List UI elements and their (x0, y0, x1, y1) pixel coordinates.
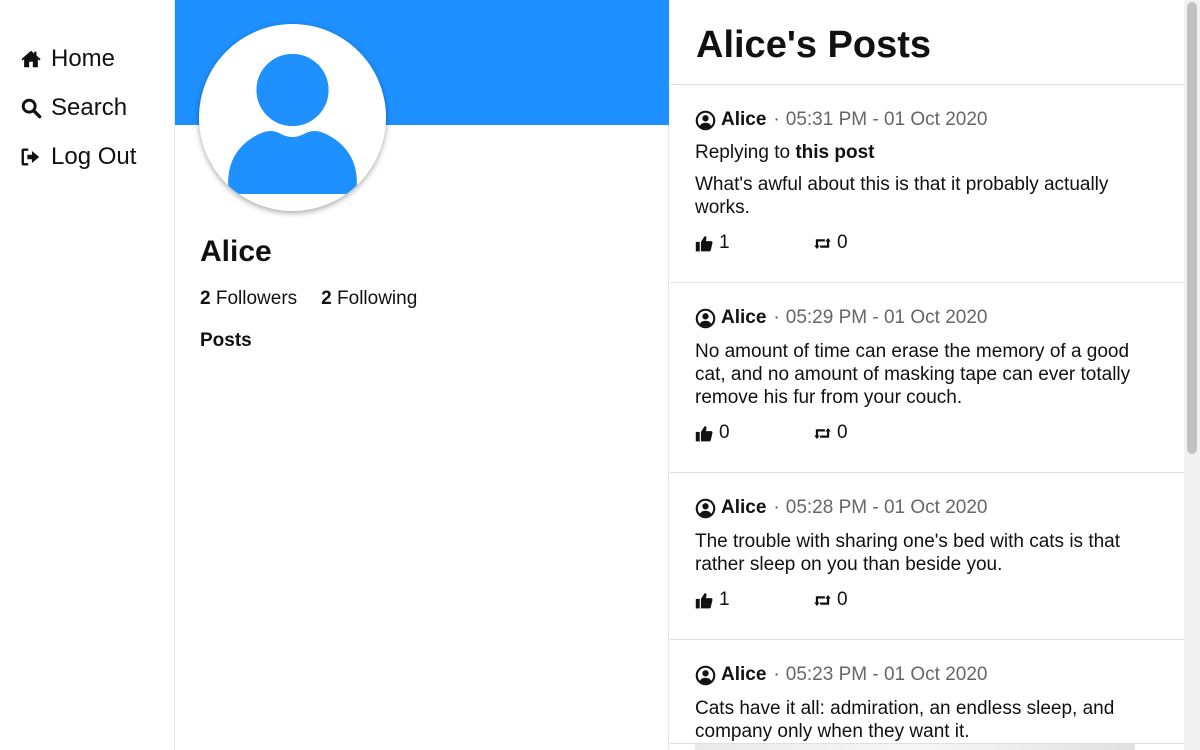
home-icon (20, 48, 42, 70)
following-link[interactable]: 2 Following (321, 288, 417, 310)
like-count: 1 (719, 232, 730, 253)
repost-button[interactable]: 0 (813, 422, 848, 444)
scrollbar-thumb[interactable] (1187, 2, 1197, 454)
post-image (695, 744, 1135, 750)
post-actions: 0 0 (695, 421, 1164, 472)
scrollbar[interactable] (1184, 0, 1200, 750)
user-circle-icon (695, 665, 716, 685)
post-item: Alice · 05:31 PM - 01 Oct 2020 Replying … (670, 85, 1184, 283)
reply-target-link[interactable]: this post (795, 142, 874, 163)
post-item: Alice · 05:29 PM - 01 Oct 2020 No amount… (670, 283, 1184, 473)
nav-label: Search (51, 93, 128, 121)
thumbs-up-icon (695, 425, 713, 441)
followers-label: Followers (215, 288, 298, 309)
repost-count: 0 (837, 422, 848, 443)
repost-count: 0 (837, 589, 848, 610)
post-item: Alice · 05:28 PM - 01 Oct 2020 The troub… (670, 473, 1184, 640)
profile-panel: Alice 2 Followers 2 Following Posts (175, 0, 669, 750)
repost-button[interactable]: 0 (813, 589, 848, 611)
post-header: Alice · 05:28 PM - 01 Oct 2020 (695, 495, 1164, 521)
avatar (199, 24, 386, 211)
feed-title: Alice's Posts (670, 0, 1184, 85)
like-button[interactable]: 1 (695, 232, 813, 254)
sidebar: Home Search Log Out (0, 0, 175, 750)
nav-item-search[interactable]: Search (0, 83, 174, 132)
nav-label: Home (51, 44, 116, 72)
nav-item-logout[interactable]: Log Out (0, 132, 174, 181)
user-circle-icon (695, 308, 716, 328)
retweet-icon (814, 594, 831, 606)
followers-link[interactable]: 2 Followers (200, 288, 297, 310)
posts-feed: Alice's Posts Alice · 05:31 PM - 01 Oct … (670, 0, 1184, 750)
following-label: Following (337, 288, 418, 309)
post-time: 05:28 PM - 01 Oct 2020 (785, 497, 988, 518)
like-count: 1 (719, 589, 730, 610)
followers-count: 2 (200, 288, 211, 309)
separator: · (773, 307, 780, 328)
like-count: 0 (719, 422, 730, 443)
post-item: Alice · 05:23 PM - 01 Oct 2020 Cats have… (670, 640, 1184, 744)
profile-name: Alice (200, 235, 272, 268)
post-header: Alice · 05:31 PM - 01 Oct 2020 (695, 107, 1164, 133)
repost-count: 0 (837, 232, 848, 253)
like-button[interactable]: 0 (695, 422, 813, 444)
retweet-icon (814, 237, 831, 249)
logout-icon (20, 146, 42, 168)
post-text: No amount of time can erase the memory o… (695, 341, 1131, 408)
reply-prefix: Replying to (695, 142, 791, 163)
post-author[interactable]: Alice (721, 664, 766, 686)
post-actions: 1 0 (695, 588, 1164, 639)
nav-label: Log Out (51, 142, 137, 170)
post-time: 05:23 PM - 01 Oct 2020 (785, 664, 988, 685)
nav-item-home[interactable]: Home (0, 34, 174, 83)
post-header: Alice · 05:29 PM - 01 Oct 2020 (695, 305, 1164, 331)
following-count: 2 (321, 288, 332, 309)
thumbs-up-icon (695, 235, 713, 251)
like-button[interactable]: 1 (695, 589, 813, 611)
post-time: 05:29 PM - 01 Oct 2020 (785, 307, 988, 328)
reply-context: Replying to this post (695, 142, 1164, 164)
user-avatar-icon (228, 46, 357, 194)
repost-button[interactable]: 0 (813, 232, 848, 254)
post-author[interactable]: Alice (721, 109, 766, 131)
follow-stats: 2 Followers 2 Following (200, 288, 417, 310)
separator: · (773, 109, 780, 130)
thumbs-up-icon (695, 592, 713, 608)
tab-posts[interactable]: Posts (200, 330, 252, 352)
separator: · (773, 664, 780, 685)
retweet-icon (814, 427, 831, 439)
post-header: Alice · 05:23 PM - 01 Oct 2020 (695, 662, 1164, 688)
post-text: What's awful about this is that it proba… (695, 174, 1109, 218)
separator: · (773, 497, 780, 518)
user-circle-icon (695, 498, 716, 518)
post-text: Cats have it all: admiration, an endless… (695, 698, 1115, 742)
post-text: The trouble with sharing one's bed with … (695, 531, 1121, 575)
user-circle-icon (695, 110, 716, 130)
post-author[interactable]: Alice (721, 307, 766, 329)
post-time: 05:31 PM - 01 Oct 2020 (785, 109, 988, 130)
post-actions: 1 0 (695, 231, 1164, 282)
search-icon (20, 97, 42, 119)
post-author[interactable]: Alice (721, 497, 766, 519)
